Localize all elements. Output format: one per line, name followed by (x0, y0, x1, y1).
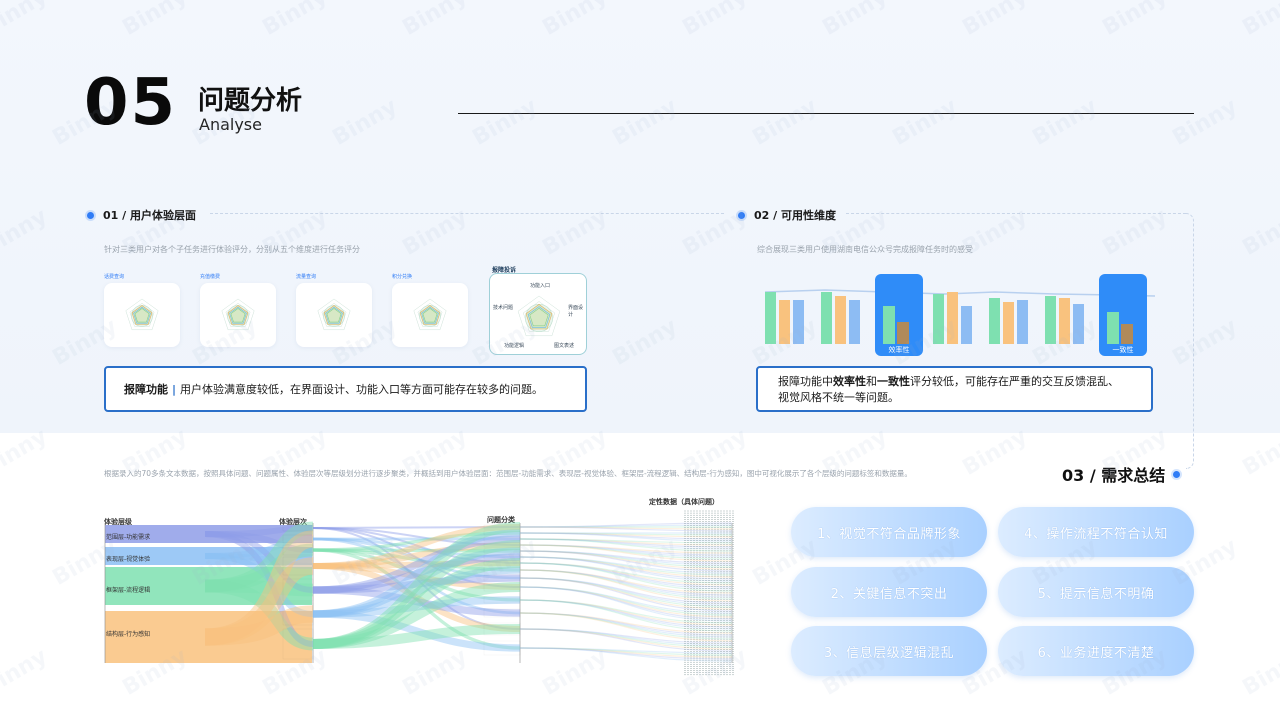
page-subtitle: Analyse (199, 115, 262, 134)
bar (1045, 296, 1056, 344)
radar-card-label: 流量查询 (296, 274, 317, 280)
need-item: 6、业务进度不清楚 (998, 626, 1194, 676)
section2-title: 02 / 可用性维度 (754, 209, 836, 222)
bar (821, 292, 832, 344)
bar (933, 294, 944, 344)
need-item: 3、信息层级逻辑混乱 (791, 626, 987, 676)
bar (961, 306, 972, 344)
radar-card-highlight: 报障投诉 功能入口 界面设计 图文表述 功能逻辑 技术问题 (489, 267, 587, 355)
callout2-prefix: 报障功能中 (778, 375, 833, 388)
bullet-icon (738, 211, 745, 219)
radar-axis-1: 功能入口 (530, 283, 551, 289)
callout2-suffix: 评分较低，可能存在严重的交互反馈混乱、 (910, 375, 1119, 388)
bar-group-label: 一致性 (1113, 345, 1134, 354)
needs-title: 03 / 需求总结 (1062, 466, 1166, 485)
section1-title: 01 / 用户体验层面 (103, 209, 196, 222)
bar (779, 300, 790, 344)
sankey-level-4: 结构层-行为感知 (106, 631, 151, 638)
bar-group-label: 效率性 (889, 345, 910, 354)
bar (1017, 300, 1028, 344)
callout2-line2: 视觉风格不统一等问题。 (778, 391, 899, 404)
sankey-level-2: 表现层-视觉体验 (106, 556, 151, 563)
bar (947, 292, 958, 344)
section3-desc: 根据录入的70多条文本数据，按照具体问题、问题属性、体验层次等层级划分进行逐步聚… (104, 469, 912, 478)
radar-card-label: 话费查询 (104, 274, 125, 280)
bar (793, 300, 804, 344)
section2-desc: 综合展现三类用户使用湖南电信公众号完成报障任务时的感受 (757, 245, 973, 254)
header-divider (458, 113, 1194, 114)
section1-desc: 针对三类用户对各个子任务进行体验评分，分别从五个维度进行任务评分 (104, 245, 360, 254)
bar (1121, 324, 1133, 344)
radar-card-label: 充值缴费 (200, 274, 221, 280)
radar-card: 话费查询 (104, 274, 180, 347)
section2-dash (846, 213, 1186, 214)
radar-card: 流量查询 (296, 274, 372, 347)
bar (897, 322, 909, 344)
right-bracket-dash (1186, 213, 1194, 469)
section1-dash (210, 213, 724, 214)
radar-chart (125, 298, 159, 331)
sankey-level-1: 范围层-功能需求 (106, 534, 151, 541)
bar (1059, 298, 1070, 344)
bar (1003, 302, 1014, 344)
callout2-b2: 一致性 (877, 375, 910, 388)
section-number: 05 (84, 66, 178, 140)
need-item: 2、关键信息不突出 (791, 567, 987, 617)
radar-axis-2: 界面设计 (568, 305, 584, 318)
sankey-flow (519, 612, 733, 638)
radar-chart (317, 298, 351, 331)
bar (835, 296, 846, 344)
radar-axis-3: 图文表述 (554, 343, 575, 349)
section2-heading: 02 / 可用性维度 (738, 207, 836, 223)
bullet-icon (87, 211, 94, 219)
callout1-bold: 报障功能 (124, 383, 168, 396)
sankey-level-3: 框架层-流程逻辑 (106, 587, 151, 594)
sankey-diagram (104, 510, 734, 676)
section1-callout: 报障功能 | 用户体验满意度较低，在界面设计、功能入口等方面可能存在较多的问题。 (104, 366, 587, 412)
radar-chart (221, 298, 255, 331)
section1-heading: 01 / 用户体验层面 (87, 207, 196, 223)
usability-bar-chart: 效率性 一致性 (764, 274, 1156, 356)
radar-card: 充值缴费 (200, 274, 276, 347)
need-item: 4、操作流程不符合认知 (998, 507, 1194, 557)
needs-heading: 03 / 需求总结 (1062, 462, 1181, 486)
bar (1073, 304, 1084, 344)
radar-axis-5: 技术问题 (493, 305, 514, 311)
bar (989, 298, 1000, 344)
callout1-sep: | (172, 382, 177, 396)
page-title: 问题分析 (198, 86, 303, 116)
bar (1107, 312, 1119, 344)
radar-axis-4: 功能逻辑 (504, 343, 525, 349)
radar-card-label: 积分兑换 (392, 274, 413, 280)
bar (883, 306, 895, 344)
callout2-mid: 和 (866, 375, 877, 388)
bar (849, 300, 860, 344)
radar-card: 积分兑换 (392, 274, 468, 347)
radar-big-label: 报障投诉 (492, 267, 517, 274)
need-item: 1、视觉不符合品牌形象 (791, 507, 987, 557)
bullet-icon (1173, 470, 1181, 478)
callout1-text: 用户体验满意度较低，在界面设计、功能入口等方面可能存在较多的问题。 (180, 383, 544, 396)
section2-callout: 报障功能中效率性和一致性评分较低，可能存在严重的交互反馈混乱、 视觉风格不统一等… (756, 366, 1153, 412)
bar (765, 292, 776, 344)
need-item: 5、提示信息不明确 (998, 567, 1194, 617)
callout2-b1: 效率性 (833, 375, 866, 388)
radar-chart (413, 298, 447, 331)
